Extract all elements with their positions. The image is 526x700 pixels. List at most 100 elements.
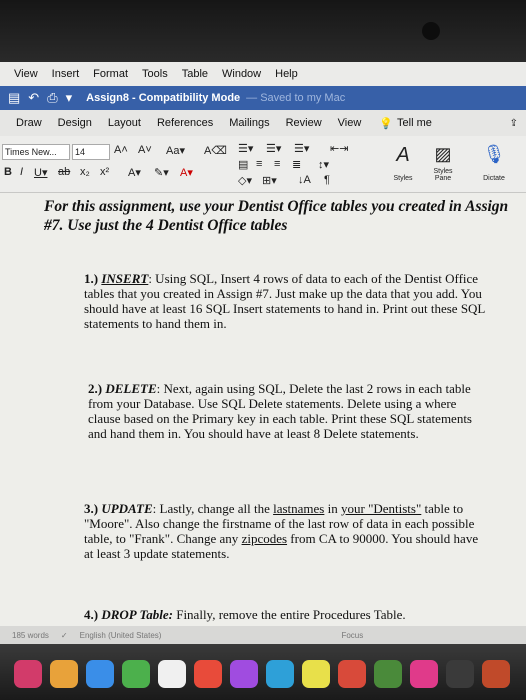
tab-draw[interactable]: Draw	[16, 117, 42, 129]
item-keyword: DROP Table:	[101, 607, 173, 622]
change-case-icon[interactable]: Aa▾	[166, 144, 185, 157]
dock	[0, 644, 526, 700]
print-icon[interactable]: ⎙	[47, 90, 57, 106]
ribbon: Times New... 14 A˄ A˅ Aa▾ A⌫ B I U▾ ab x…	[0, 136, 526, 193]
dock-app-icon[interactable]	[50, 660, 78, 688]
language-status[interactable]: English (United States)	[80, 631, 162, 640]
clear-format-icon[interactable]: A⌫	[204, 144, 227, 157]
instruction-update: 3.) UPDATE: Lastly, change all the lastn…	[84, 501, 484, 561]
tab-review[interactable]: Review	[286, 117, 322, 129]
bold-icon[interactable]: B	[4, 166, 12, 178]
item-keyword: UPDATE	[101, 501, 153, 516]
item-text: in	[324, 501, 341, 516]
menu-table[interactable]: Table	[182, 68, 208, 80]
grow-font-icon[interactable]: A˄	[114, 144, 128, 156]
dock-app-icon[interactable]	[338, 660, 366, 688]
dock-app-icon[interactable]	[122, 660, 150, 688]
item-text: your "Dentists"	[340, 501, 422, 516]
item-text: lastnames	[273, 501, 325, 516]
styles-pane-label: Styles Pane	[433, 168, 453, 182]
styles-icon: A	[396, 144, 410, 166]
customize-icon[interactable]: ▾	[66, 90, 73, 106]
dock-app-icon[interactable]	[266, 660, 294, 688]
menu-format[interactable]: Format	[93, 68, 128, 80]
screen-bezel	[0, 0, 526, 62]
instruction-insert: 1.) INSERT: Using SQL, Insert 4 rows of …	[84, 271, 504, 331]
microphone-icon: 🎙	[482, 144, 506, 164]
word-count[interactable]: 185 words	[12, 631, 49, 640]
justify-icon[interactable]: ≣	[292, 158, 301, 171]
sidebar-icon[interactable]: ▤	[8, 90, 20, 106]
dock-app-icon[interactable]	[302, 660, 330, 688]
menu-tools[interactable]: Tools	[142, 68, 168, 80]
item-text: Finally, remove the entire Procedures Ta…	[172, 607, 406, 622]
pilcrow-icon[interactable]: ¶	[324, 174, 330, 186]
dock-app-icon[interactable]	[14, 660, 42, 688]
tab-mailings[interactable]: Mailings	[229, 117, 269, 129]
bullets-icon[interactable]: ☰▾	[238, 142, 253, 155]
align-center-icon[interactable]: ≡	[256, 158, 262, 170]
shrink-font-icon[interactable]: A˅	[138, 144, 152, 156]
numbering-icon[interactable]: ☰▾	[266, 142, 281, 155]
font-color-icon[interactable]: A▾	[180, 166, 193, 179]
status-bar: 185 words ✓ English (United States) Focu…	[0, 626, 526, 644]
item-keyword: DELETE	[105, 381, 157, 396]
tell-me-label[interactable]: Tell me	[397, 117, 432, 129]
menu-view[interactable]: View	[14, 68, 38, 80]
font-size-select[interactable]: 14	[72, 144, 110, 160]
document-title: Assign8 - Compatibility Mode	[86, 92, 241, 104]
sort-icon[interactable]: ↓A	[298, 174, 311, 186]
item-keyword: INSERT	[101, 271, 149, 286]
tab-design[interactable]: Design	[58, 117, 92, 129]
dock-app-icon[interactable]	[230, 660, 258, 688]
styles-button[interactable]: A Styles	[386, 144, 420, 184]
subscript-icon[interactable]: x₂	[80, 166, 90, 178]
underline-icon[interactable]: U▾	[34, 166, 47, 179]
title-bar: ▤ ↶ ⎙ ▾ Assign8 - Compatibility Mode — S…	[0, 86, 526, 110]
menu-window[interactable]: Window	[222, 68, 261, 80]
superscript-icon[interactable]: x²	[100, 166, 109, 178]
highlight-icon[interactable]: ✎▾	[154, 166, 169, 179]
dock-app-icon[interactable]	[482, 660, 510, 688]
align-right-icon[interactable]: ≡	[274, 158, 280, 170]
item-text: zipcodes	[241, 531, 288, 546]
tab-layout[interactable]: Layout	[108, 117, 141, 129]
ribbon-tabs: Draw Design Layout References Mailings R…	[0, 110, 526, 136]
assignment-intro: For this assignment, use your Dentist Of…	[44, 198, 509, 234]
dock-app-icon[interactable]	[194, 660, 222, 688]
italic-icon[interactable]: I	[20, 166, 23, 178]
line-spacing-icon[interactable]: ↕▾	[318, 158, 329, 171]
undo-icon[interactable]: ↶	[28, 90, 39, 106]
menu-bar: View Insert Format Tools Table Window He…	[0, 62, 526, 86]
dock-app-icon[interactable]	[374, 660, 402, 688]
indent-icon[interactable]: ⇤⇥	[330, 142, 348, 155]
dictate-button[interactable]: 🎙 Dictate	[474, 144, 514, 184]
strikethrough-icon[interactable]: ab	[58, 166, 70, 178]
tab-references[interactable]: References	[157, 117, 213, 129]
multilevel-list-icon[interactable]: ☰▾	[294, 142, 309, 155]
dock-app-icon[interactable]	[158, 660, 186, 688]
proofing-icon[interactable]: ✓	[61, 631, 68, 640]
styles-pane-button[interactable]: ▨ Styles Pane	[426, 144, 460, 184]
focus-button[interactable]: Focus	[341, 631, 363, 640]
text-effects-icon[interactable]: A▾	[128, 166, 141, 179]
dock-app-icon[interactable]	[446, 660, 474, 688]
dictate-label: Dictate	[483, 175, 505, 182]
tab-view[interactable]: View	[338, 117, 362, 129]
font-name-select[interactable]: Times New...	[2, 144, 70, 160]
item-number: 3.)	[84, 501, 99, 516]
dock-app-icon[interactable]	[410, 660, 438, 688]
menu-insert[interactable]: Insert	[52, 68, 80, 80]
item-text: : Lastly, change all the	[152, 501, 274, 516]
shading-icon[interactable]: ◇▾	[238, 174, 252, 187]
styles-pane-icon: ▨	[434, 144, 452, 164]
menu-help[interactable]: Help	[275, 68, 298, 80]
share-icon[interactable]: ⇪	[510, 118, 518, 129]
tell-me-icon[interactable]: 💡	[379, 117, 393, 130]
item-number: 1.)	[84, 271, 99, 286]
dock-app-icon[interactable]	[86, 660, 114, 688]
document-page[interactable]: For this assignment, use your Dentist Of…	[0, 193, 526, 633]
camera-dot	[422, 22, 440, 40]
align-left-icon[interactable]: ▤	[238, 158, 248, 171]
borders-icon[interactable]: ⊞▾	[262, 174, 277, 187]
